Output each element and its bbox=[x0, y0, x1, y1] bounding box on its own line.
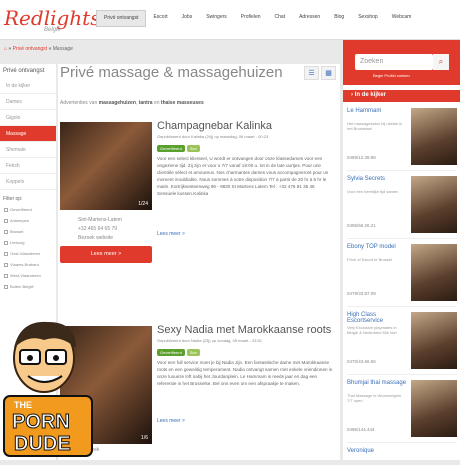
nav-blog[interactable]: Blog bbox=[327, 10, 351, 27]
list-view-icon[interactable]: ☰ bbox=[304, 66, 319, 80]
sidebar-item-in-de-kijker[interactable]: In de kijker bbox=[0, 78, 56, 94]
search-links[interactable]: Begin Profiel zoeken bbox=[373, 73, 410, 78]
listing-title[interactable]: Champagnebar Kalinka bbox=[157, 120, 272, 132]
verified-badge: Geverifieerd bbox=[157, 349, 185, 356]
listing-photo[interactable]: 1/24 bbox=[60, 122, 152, 210]
sidebar-item-shemale[interactable]: Shemale bbox=[0, 142, 56, 158]
listing-description: Voor een select klienteel, U wordt er on… bbox=[157, 156, 329, 196]
sex-badge: Sex bbox=[186, 145, 200, 152]
nav-webcam[interactable]: Webcam bbox=[385, 10, 419, 27]
nav-adressen[interactable]: Adressen bbox=[292, 10, 327, 27]
featured-item[interactable]: Le Hammam Het massagesalon bij uitstek in… bbox=[347, 108, 457, 171]
filter-west-vlaanderen[interactable]: West-Vlaanderen bbox=[0, 270, 56, 281]
porn-dude-badge[interactable]: THE PORN DUDE bbox=[0, 318, 96, 460]
nav-profielen[interactable]: Profielen bbox=[234, 10, 268, 27]
svg-text:PORN: PORN bbox=[12, 411, 70, 433]
filter-geverifieerd[interactable]: Geverifieerd bbox=[0, 204, 56, 215]
sidebar-item-fetish[interactable]: Fetish bbox=[0, 158, 56, 174]
phone-text[interactable]: +32 465 64 65 79 bbox=[78, 225, 122, 234]
filter-antwerpen[interactable]: Antwerpen bbox=[0, 215, 56, 226]
sex-badge: Sex bbox=[186, 349, 200, 356]
listing-meta: Gepubliceerd door Nadia (23j) op zondag,… bbox=[157, 338, 262, 343]
listing-contact: Sint-Martens-Latem +32 465 64 65 79 Bezo… bbox=[78, 216, 122, 243]
search-box: Zoeken ⌕ Begin Profiel zoeken bbox=[343, 40, 460, 85]
sidebar-item-dames[interactable]: Dames bbox=[0, 94, 56, 110]
lees-meer-button[interactable]: Lees meer > bbox=[60, 246, 152, 263]
nav-sexshop[interactable]: Sexshop bbox=[351, 10, 384, 27]
home-icon[interactable]: ⌂ bbox=[4, 46, 7, 52]
svg-text:DUDE: DUDE bbox=[14, 433, 71, 455]
listing-card: 1/24 Champagnebar Kalinka Gepubliceerd d… bbox=[60, 120, 336, 312]
filter-brussel[interactable]: Brussel bbox=[0, 226, 56, 237]
website-link[interactable]: Bezoek website bbox=[78, 234, 122, 243]
location-text: Sint-Martens-Latem bbox=[78, 217, 122, 223]
nav-prive[interactable]: Privé ontvangst bbox=[96, 10, 147, 27]
listing-title[interactable]: Sexy Nadia met Marokkaanse roots bbox=[157, 324, 331, 336]
featured-photo bbox=[411, 312, 457, 369]
featured-item[interactable]: Bhumjai thai massage Thai Massage te Womm… bbox=[347, 380, 457, 443]
header: Redlights België Privé ontvangst Escort J… bbox=[0, 0, 460, 40]
filter-heading: Filter op: bbox=[3, 196, 23, 202]
svg-text:THE: THE bbox=[14, 400, 32, 410]
photo-count: 1/24 bbox=[138, 201, 148, 207]
read-more-link[interactable]: Lees meer > bbox=[157, 231, 185, 237]
nav-swingers[interactable]: Swingers bbox=[199, 10, 234, 27]
sidebar-item-massage[interactable]: Massage bbox=[0, 126, 56, 142]
listing-main: Privé massage & massagehuizen ☰ ▦ Advert… bbox=[58, 64, 340, 460]
breadcrumb: ⌂ » Privé ontvangst » Massage bbox=[4, 46, 73, 52]
featured-photo bbox=[411, 244, 457, 301]
main-nav: Privé ontvangst Escort Jobs Swingers Pro… bbox=[96, 10, 418, 27]
site-logo[interactable]: Redlights België bbox=[4, 6, 100, 33]
grid-view-icon[interactable]: ▦ bbox=[321, 66, 336, 80]
view-toggle: ☰ ▦ bbox=[304, 66, 336, 80]
listing-meta: Gepubliceerd door Kalinka (24j) op maand… bbox=[157, 134, 269, 139]
featured-photo bbox=[411, 108, 457, 165]
sidebar-heading: Privé ontvangst bbox=[3, 68, 45, 74]
featured-photo bbox=[411, 380, 457, 437]
read-more-link[interactable]: Lees meer > bbox=[157, 418, 185, 424]
filter-oost-vlaanderen[interactable]: Oost-Vlaanderen bbox=[0, 248, 56, 259]
nav-chat[interactable]: Chat bbox=[268, 10, 293, 27]
search-input[interactable]: Zoeken bbox=[355, 54, 433, 70]
nav-escort[interactable]: Escort bbox=[146, 10, 174, 27]
verified-badge: Geverifieerd bbox=[157, 145, 185, 152]
featured-item[interactable]: High Class Escortservice Very Exclusive p… bbox=[347, 312, 457, 375]
search-icon[interactable]: ⌕ bbox=[433, 54, 449, 70]
featured-item[interactable]: Veronique bbox=[347, 448, 457, 460]
sidebar-item-gigolo[interactable]: Gigolo bbox=[0, 110, 56, 126]
nav-jobs[interactable]: Jobs bbox=[175, 10, 200, 27]
photo-count: 1/6 bbox=[141, 435, 148, 441]
crumb-prive[interactable]: Privé ontvangst bbox=[13, 46, 47, 52]
featured-item[interactable]: Ebony TOP model Privé of Escort te Brusse… bbox=[347, 244, 457, 307]
page-subtitle: Advertenties van massagehuizen, tantra e… bbox=[60, 100, 204, 106]
filter-buiten-belgie[interactable]: Buiten België bbox=[0, 281, 56, 292]
filter-vlaams-brabant[interactable]: Vlaams-Brabant bbox=[0, 259, 56, 270]
featured-photo bbox=[411, 176, 457, 233]
page-title: Privé massage & massagehuizen bbox=[60, 64, 283, 81]
listing-description: Voor een full service moet je bij Nadia … bbox=[157, 360, 333, 386]
featured-heading: › In de kijker bbox=[343, 90, 460, 102]
filter-limburg[interactable]: Limburg bbox=[0, 237, 56, 248]
right-sidebar: Zoeken ⌕ Begin Profiel zoeken › In de ki… bbox=[343, 40, 460, 460]
sidebar-item-koppels[interactable]: Koppels bbox=[0, 174, 56, 190]
featured-item[interactable]: Sylvia Secrets Voor een heerlijke tijd sa… bbox=[347, 176, 457, 239]
crumb-massage: Massage bbox=[52, 46, 73, 52]
listing-card: 1/6 Sexy Nadia met Marokkaanse roots Gep… bbox=[60, 324, 336, 460]
